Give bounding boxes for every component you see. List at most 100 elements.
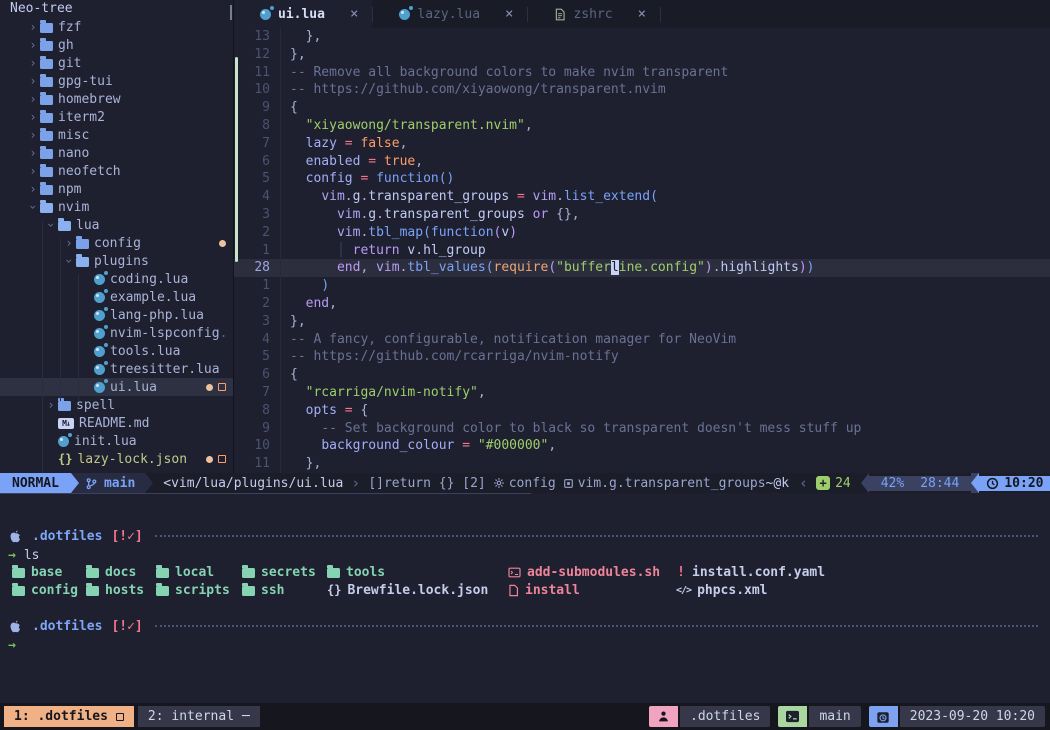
- tree-item-README.md[interactable]: README.md: [0, 414, 233, 432]
- tree-item-git[interactable]: › git: [0, 54, 233, 72]
- powerline-separator: [145, 473, 153, 493]
- git-status-flags: [!✓]: [111, 619, 142, 634]
- tree-item-nvim[interactable]: ›nvim: [0, 198, 233, 216]
- tree-item-spell[interactable]: ›spell: [0, 396, 233, 414]
- chevron-right-icon[interactable]: ›: [26, 74, 40, 88]
- tree-item-homebrew[interactable]: ›homebrew: [0, 90, 233, 108]
- tree-item-label: example.lua: [110, 290, 196, 305]
- line-number: 12: [234, 46, 281, 64]
- tree-item-fzf[interactable]: ›fzf: [0, 18, 233, 36]
- tree-item-gpg-tui[interactable]: ›gpg-tui: [0, 72, 233, 90]
- tab-zshrc[interactable]: zshrc×: [528, 0, 660, 28]
- code-line: 6{: [234, 366, 1050, 384]
- tree-item-gh[interactable]: ›gh: [0, 36, 233, 54]
- code-editor[interactable]: 13 },12},11-- Remove all background colo…: [234, 28, 1050, 473]
- tree-item-label: init.lua: [74, 434, 137, 449]
- git-status-flags: [!✓]: [111, 529, 142, 544]
- chevron-right-icon[interactable]: ›: [26, 128, 40, 142]
- close-icon[interactable]: ×: [505, 6, 513, 22]
- line-number: 3: [234, 206, 281, 224]
- tree-item-npm[interactable]: ›npm: [0, 180, 233, 198]
- chevron-down-icon[interactable]: ›: [44, 218, 58, 232]
- tree-item-tools.lua[interactable]: tools.lua: [0, 342, 233, 360]
- chevron-down-icon[interactable]: ›: [26, 200, 40, 214]
- tree-item-label: nano: [58, 146, 89, 161]
- tree-item-label: tools.lua: [110, 344, 180, 359]
- tree-item-nano[interactable]: › nano: [0, 144, 233, 162]
- line-number: 2: [234, 224, 281, 242]
- folder-icon: [40, 113, 53, 123]
- ls-item-ssh: ssh: [242, 581, 284, 599]
- tree-item-iterm2[interactable]: ›iterm2: [0, 108, 233, 126]
- chevron-down-icon[interactable]: ›: [62, 254, 76, 268]
- folder-icon: [40, 59, 53, 69]
- terminal-icon: [785, 710, 800, 723]
- tree-item-example.lua[interactable]: example.lua: [0, 288, 233, 306]
- chevron-right-icon[interactable]: ›: [26, 92, 40, 106]
- chevron-right-icon[interactable]: ›: [44, 398, 58, 412]
- tree-item-neofetch[interactable]: ›neofetch: [0, 162, 233, 180]
- chevron-right-icon[interactable]: ›: [26, 38, 40, 52]
- item-badges: [219, 240, 233, 247]
- folder-icon: [12, 568, 25, 578]
- tree-item-plugins[interactable]: ›plugins: [0, 252, 233, 270]
- tree-item-label: git: [58, 56, 81, 71]
- lua-icon: [94, 274, 105, 285]
- tmux-window-1-.dotfiles[interactable]: 1: .dotfiles: [4, 706, 134, 727]
- modified-dot-icon: [206, 384, 213, 391]
- chevron-right-icon[interactable]: ›: [62, 236, 76, 250]
- chevron-right-icon[interactable]: ›: [26, 164, 40, 178]
- tree-item-misc[interactable]: ›misc: [0, 126, 233, 144]
- code-text: },: [281, 313, 306, 331]
- neotree-items: ›fzf›gh›git›gpg-tui›homebrew›iterm2›misc…: [0, 18, 233, 468]
- tab-lazy.lua[interactable]: lazy.lua×: [373, 0, 527, 28]
- line-number: 5: [234, 348, 281, 366]
- shell-terminal[interactable]: .dotfiles [!✓] v → ls basedocslocalsecre…: [0, 493, 1050, 703]
- tree-item-treesitter.lua[interactable]: treesitter.lua: [0, 360, 233, 378]
- ls-item-label: install.conf.yaml: [692, 565, 825, 580]
- tree-item-lang-php.lua[interactable]: lang-php.lua: [0, 306, 233, 324]
- chevron-right-icon[interactable]: ›: [26, 20, 40, 34]
- prompt-arrow-icon: →: [0, 548, 16, 563]
- breadcrumb-segment: config: [493, 476, 556, 491]
- line-number: 10: [234, 81, 281, 99]
- line-number: 11: [234, 455, 281, 473]
- tmux-window-label: 1: .dotfiles: [14, 709, 108, 724]
- tree-item-nvim-lspconfig[interactable]: nvim-lspconfig.: [0, 324, 233, 342]
- tree-item-config[interactable]: ›config: [0, 234, 233, 252]
- tree-item-lua[interactable]: ›lua: [0, 216, 233, 234]
- tree-item-lazy-lock.json[interactable]: lazy-lock.json: [0, 450, 233, 468]
- folder-icon: [156, 586, 169, 596]
- code-line: 5 config = function(): [234, 170, 1050, 188]
- ls-item-label: scripts: [175, 583, 230, 598]
- code-text: -- A fancy, configurable, notification m…: [281, 331, 736, 349]
- apple-icon: [8, 619, 23, 634]
- tree-item-init.lua[interactable]: init.lua: [0, 432, 233, 450]
- tmux-datetime: 2023-09-20 10:20: [869, 706, 1045, 727]
- close-icon[interactable]: ×: [350, 6, 358, 22]
- close-icon[interactable]: ×: [638, 6, 646, 22]
- editor-scrollbar[interactable]: [235, 57, 238, 262]
- neotree-scrollbar[interactable]: [230, 5, 232, 20]
- lua-icon: [94, 310, 105, 321]
- chevron-left-icon: ‹: [799, 474, 808, 492]
- line-number: 8: [234, 402, 281, 420]
- tmux-window-2-internal[interactable]: 2: internal─: [138, 706, 260, 727]
- chevron-right-icon[interactable]: ›: [26, 110, 40, 124]
- git-branch[interactable]: main: [79, 473, 145, 493]
- chevron-right-icon[interactable]: ›: [26, 56, 40, 70]
- tree-item-ui.lua[interactable]: ui.lua: [0, 378, 233, 396]
- code-line: 11 },: [234, 455, 1050, 473]
- git-branch-label: main: [104, 476, 135, 491]
- tab-ui.lua[interactable]: ui.lua ×: [234, 0, 372, 28]
- statusline: NORMAL main <vim/lua/plugins/ui.lua › []…: [0, 473, 1050, 493]
- tree-item-coding.lua[interactable]: coding.lua: [0, 270, 233, 288]
- chevron-right-icon[interactable]: ›: [26, 146, 40, 160]
- chevron-right-icon[interactable]: ›: [26, 182, 40, 196]
- command-line[interactable]: →: [0, 636, 1050, 654]
- code-line: 12},: [234, 46, 1050, 64]
- tab-label: ui.lua: [278, 7, 325, 22]
- filedoc-icon: [508, 584, 519, 597]
- datetime-label: 2023-09-20 10:20: [900, 706, 1045, 727]
- tree-item-label: ui.lua: [110, 380, 157, 395]
